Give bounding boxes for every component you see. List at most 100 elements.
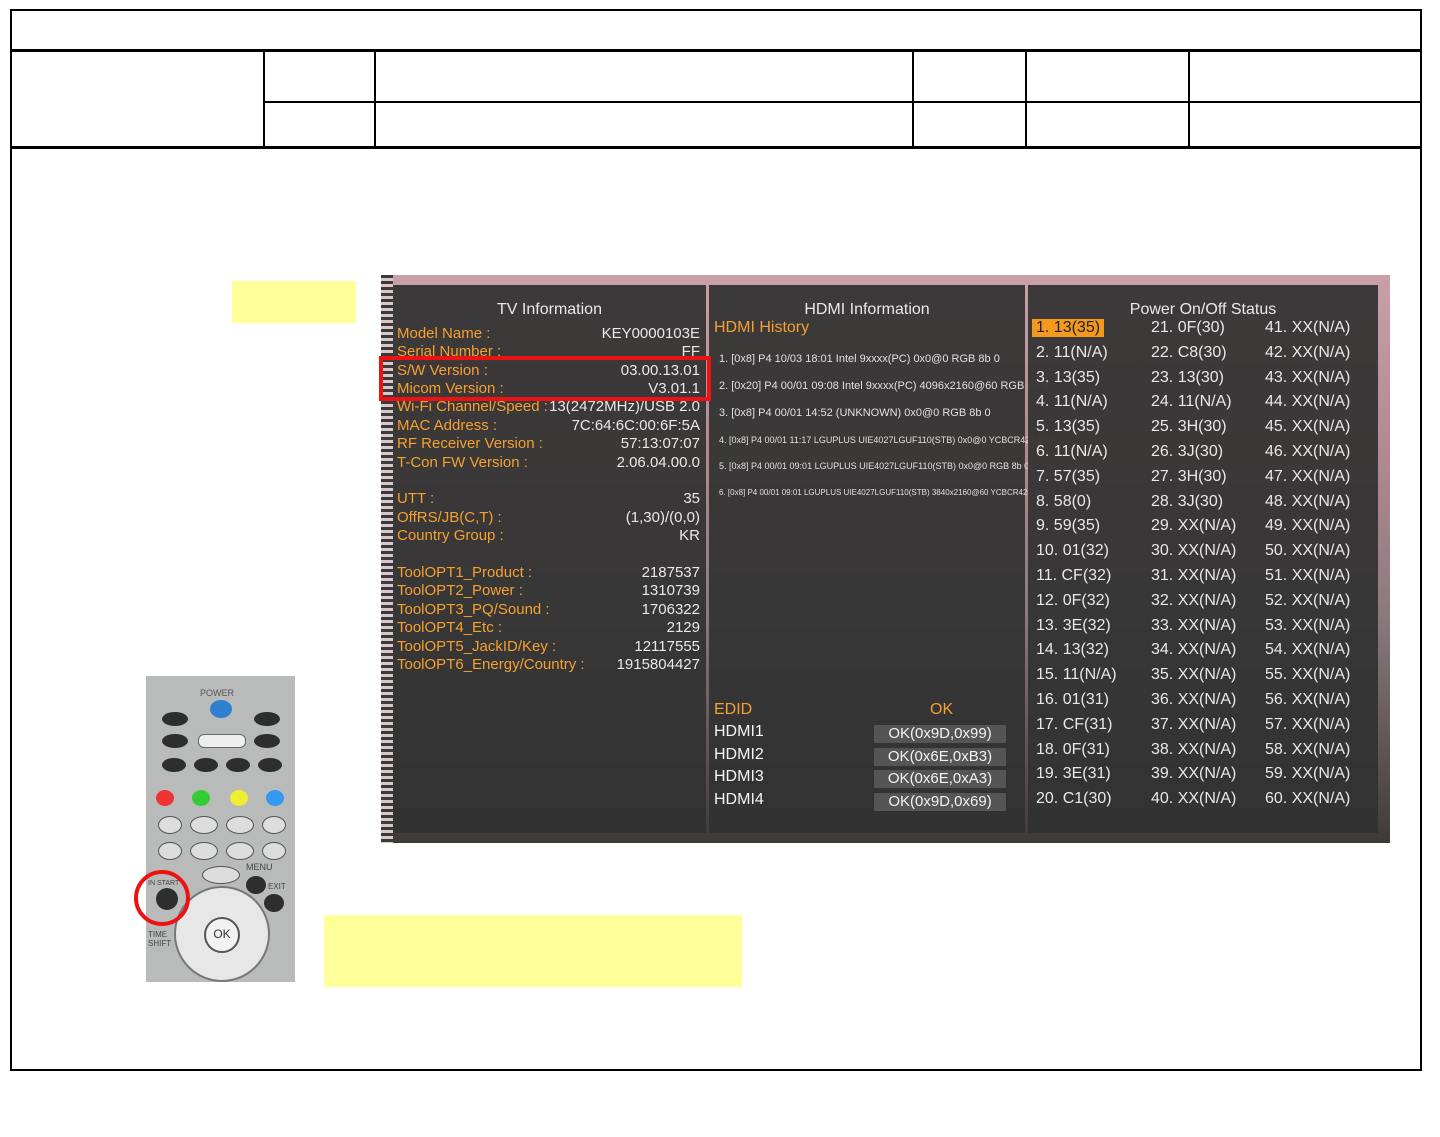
- power-status-entry: 43. XX(N/A): [1265, 368, 1351, 386]
- power-status-entry: 57. XX(N/A): [1265, 715, 1351, 733]
- power-status-entry: 26. 3J(30): [1151, 443, 1224, 460]
- power-status-entry: 2. 11(N/A): [1036, 343, 1108, 361]
- power-status-entry: 37. XX(N/A): [1151, 715, 1237, 733]
- power-status-entry: 10. 01(32): [1036, 542, 1109, 560]
- edid-port: HDMI3: [714, 768, 764, 785]
- tv-info-value: 2187537: [641, 564, 700, 581]
- tv-info-row: ToolOPT3_PQ/Sound : 1706322: [397, 601, 700, 619]
- tv-info-key: ToolOPT5_JackID/Key :: [397, 638, 557, 655]
- remote-green-button: [192, 790, 210, 806]
- power-status-entry: 56. XX(N/A): [1265, 691, 1351, 708]
- power-status-entry: 28. 3J(30): [1151, 492, 1224, 510]
- power-status-entry: 25. 3H(30): [1151, 418, 1227, 436]
- remote-button: [262, 842, 286, 860]
- remote-button: [226, 758, 250, 772]
- tv-info-row: OffRS/JB(C,T) : (1,30)/(0,0): [397, 509, 700, 527]
- hdmi-history-item: 1. [0x8] P4 10/03 18:01 Intel 9xxxx(PC) …: [719, 353, 1000, 365]
- header-col-divider-4: [1025, 50, 1027, 148]
- hdmi-history-item: 4. [0x8] P4 00/01 11:17 LGUPLUS UIE4027L…: [719, 435, 1056, 445]
- power-status-entry: 54. XX(N/A): [1265, 641, 1351, 659]
- power-status-entry: 50. XX(N/A): [1265, 542, 1351, 560]
- remote-center-button: [202, 866, 240, 884]
- power-status-entry: 1. 13(35): [1032, 319, 1105, 337]
- tv-info-key: ToolOPT6_Energy/Country :: [397, 656, 585, 673]
- tv-info-key: ToolOPT2_Power :: [397, 582, 523, 599]
- remote-button: [162, 758, 186, 772]
- power-status-entry: 12. 0F(32): [1036, 591, 1110, 609]
- power-status-entry: 30. XX(N/A): [1151, 542, 1237, 560]
- tv-info-value: (1,30)/(0,0): [625, 509, 700, 526]
- remote-time-shift-label: TIME SHIFT: [148, 930, 172, 948]
- power-status-entry: 33. XX(N/A): [1151, 616, 1237, 634]
- power-status-entry: 11. CF(32): [1036, 567, 1112, 584]
- remote-blue-button: [266, 790, 284, 806]
- remote-button: [226, 816, 254, 834]
- tv-info-key: ToolOPT4_Etc :: [397, 619, 503, 636]
- power-status-entry: 53. XX(N/A): [1265, 616, 1351, 634]
- power-status-entry: 52. XX(N/A): [1265, 591, 1351, 609]
- edid-port: HDMI2: [714, 746, 764, 763]
- yellow-note-box-top: [232, 281, 356, 323]
- tv-info-value: 12117555: [634, 638, 700, 655]
- edid-status: OK: [930, 701, 954, 718]
- tv-info-value: 1310739: [641, 582, 700, 599]
- power-status-entry: 8. 58(0): [1036, 492, 1092, 510]
- tv-info-value: 1915804427: [616, 656, 700, 673]
- power-status-entry: 36. XX(N/A): [1151, 691, 1237, 708]
- tv-info-row: ToolOPT5_JackID/Key : 12117555: [397, 638, 700, 656]
- power-status-entry: 42. XX(N/A): [1265, 343, 1351, 361]
- hdmi-information-title: HDMI Information: [804, 301, 930, 318]
- remote-button: [258, 758, 282, 772]
- tv-info-value: 57:13:07:07: [620, 435, 700, 452]
- power-status-entry: 41. XX(N/A): [1265, 319, 1351, 336]
- hdmi-information-panel: HDMI Information HDMI History 1. [0x8] P…: [709, 285, 1055, 833]
- header-top-rule: [10, 49, 1422, 52]
- remote-menu-button: [246, 876, 266, 894]
- remote-button: [254, 734, 280, 748]
- remote-exit-label: EXIT: [268, 882, 286, 891]
- tv-info-row: Country Group : KR: [397, 527, 700, 545]
- tv-info-row: UTT : 35: [397, 490, 700, 508]
- tv-info-value: 2129: [666, 619, 700, 636]
- power-status-entry: 13. 3E(32): [1036, 616, 1111, 634]
- power-status-entry: 29. XX(N/A): [1151, 517, 1237, 535]
- remote-menu-label: MENU: [246, 862, 273, 872]
- power-status-entry: 14. 13(32): [1036, 641, 1109, 659]
- remote-button: [254, 712, 280, 726]
- power-status-entry: 35. XX(N/A): [1151, 666, 1237, 684]
- tv-info-row: ToolOPT1_Product : 2187537: [397, 564, 700, 582]
- header-bottom-rule: [10, 146, 1422, 149]
- tv-info-key: UTT :: [397, 490, 435, 507]
- tv-info-value: KEY0000103E: [601, 325, 700, 342]
- tv-info-key: T-Con FW Version :: [397, 454, 528, 471]
- remote-button: [158, 842, 182, 860]
- power-status-entry: 22. C8(30): [1151, 343, 1227, 361]
- power-status-entry: 48. XX(N/A): [1265, 492, 1351, 510]
- hdmi-history-item: 3. [0x8] P4 00/01 14:52 (UNKNOWN) 0x0@0 …: [719, 407, 991, 419]
- remote-ok-button: OK: [204, 917, 240, 953]
- tv-info-row: MAC Address : 7C:64:6C:00:6F:5A: [397, 417, 700, 435]
- header-col-divider-1: [263, 50, 265, 148]
- remote-button: [226, 842, 254, 860]
- power-status-entry: 5. 13(35): [1036, 418, 1101, 436]
- tv-info-key: MAC Address :: [397, 417, 498, 434]
- tv-info-key: Country Group :: [397, 527, 504, 544]
- header-mid-rule: [264, 101, 1422, 103]
- power-status-entry: 40. XX(N/A): [1151, 790, 1237, 808]
- power-status-entry: 7. 57(35): [1036, 467, 1101, 485]
- tv-info-key: Model Name :: [397, 325, 491, 342]
- header-col-divider-2: [374, 50, 376, 148]
- remote-control-photo: POWER IN START MENU EXIT OK TIME SHIFT: [146, 676, 295, 982]
- remote-button: [194, 758, 218, 772]
- remote-exit-button: [264, 894, 284, 912]
- hdmi-history-item: 6. [0x8] P4 00/01 09:01 LGUPLUS UIE4027L…: [719, 488, 1050, 497]
- power-status-entry: 3. 13(35): [1036, 368, 1101, 386]
- remote-yellow-button: [230, 790, 248, 806]
- tv-info-row: ToolOPT4_Etc : 2129: [397, 619, 700, 637]
- version-highlight-box: [379, 356, 711, 401]
- power-status-entry: 46. XX(N/A): [1265, 443, 1351, 460]
- power-status-entry: 32. XX(N/A): [1151, 591, 1237, 609]
- edid-value: OK(0x6E,0xA3): [874, 770, 1006, 788]
- tv-info-row: ToolOPT2_Power : 1310739: [397, 582, 700, 600]
- yellow-note-box-bottom: [324, 915, 742, 987]
